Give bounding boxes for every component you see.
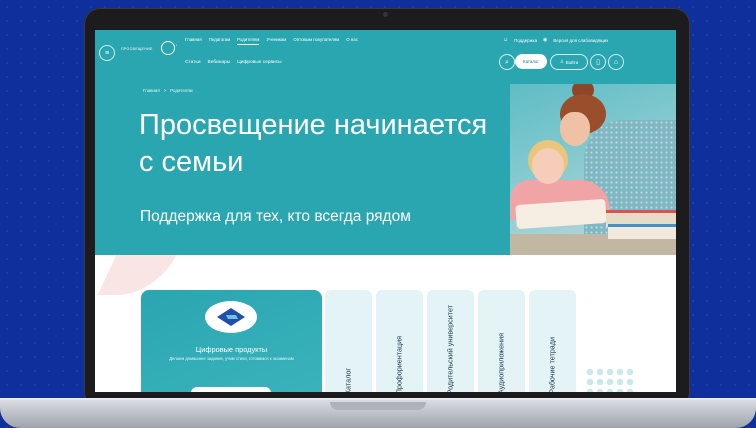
login-button[interactable]: ♙ Войти (550, 54, 588, 70)
eye-icon: ◉ (543, 37, 548, 43)
tab-audio-apps[interactable]: Аудиоприложения (478, 290, 525, 392)
hero-title: Просвещение начинается с семьи (139, 109, 488, 178)
support-icon: ☺ (503, 37, 509, 43)
tab-workbooks[interactable]: Рабочие тетради (529, 290, 576, 392)
search-icon: ⌕ (505, 58, 509, 66)
digital-products-card[interactable]: Цифровые продукты Делаем домашнее задани… (141, 290, 322, 392)
cart-button[interactable]: ⌂ (608, 54, 624, 70)
logo-icon[interactable] (161, 41, 175, 55)
nav-item-wholesale[interactable]: Оптовым покупателям (293, 37, 339, 42)
nav-item-parents[interactable]: Родителям (237, 37, 260, 45)
breadcrumb-current: Родителям (170, 88, 193, 93)
subnav-item-articles[interactable]: Статьи (185, 60, 201, 65)
tab-career-guidance[interactable]: Профориентация (376, 290, 423, 392)
nav-item-teachers[interactable]: Педагогам (209, 37, 230, 42)
subnav-item-digital-services[interactable]: Цифровые сервисы (237, 60, 281, 65)
laptop-screen: ≡ ПРОСВЕЩЕНИЕ ◐ Главная Педагогам Родите… (95, 30, 676, 392)
webcam (383, 12, 388, 17)
tab-parent-university[interactable]: Родительский университет (427, 290, 474, 392)
products-section: Цифровые продукты Делаем домашнее задани… (95, 255, 676, 392)
logo-text[interactable]: ПРОСВЕЩЕНИЕ (121, 47, 152, 51)
hero-photo (510, 84, 676, 255)
logo-sub-icon: ◐ (176, 43, 178, 47)
favorites-button[interactable]: ▯ (590, 54, 606, 70)
support-link[interactable]: Поддержка (514, 38, 537, 43)
digital-products-title: Цифровые продукты (195, 345, 268, 354)
accessibility-link[interactable]: Версия для слабовидящих (553, 38, 608, 43)
diamond-icon (217, 308, 245, 326)
digital-products-icon (205, 301, 257, 333)
digital-products-description: Делаем домашнее задание, учим стихи, гот… (169, 356, 294, 361)
tab-catalog[interactable]: Каталог (325, 290, 372, 392)
login-label: Войти (565, 59, 579, 65)
breadcrumb-separator: > (163, 88, 167, 93)
sub-nav: Статьи Вебинары Цифровые сервисы (185, 60, 282, 65)
tab-label: Аудиоприложения (496, 332, 506, 392)
subnav-item-webinars[interactable]: Вебинары (208, 60, 231, 65)
tab-label: Рабочие тетради (547, 337, 557, 392)
photo-books-stack-2 (608, 224, 676, 239)
photo-girl-face (532, 148, 564, 184)
site-header: ≡ ПРОСВЕЩЕНИЕ ◐ Главная Педагогам Родите… (95, 30, 676, 84)
cart-icon: ⌂ (613, 58, 619, 66)
bookmark-icon: ▯ (596, 58, 600, 66)
tab-label: Родительский университет (445, 304, 455, 392)
header-right-links: ☺ Поддержка ◉ Версия для слабовидящих (503, 37, 608, 43)
top-nav: Главная Педагогам Родителям Ученикам Опт… (185, 37, 358, 45)
decorative-dots (585, 367, 635, 392)
catalog-button[interactable]: Каталог (515, 54, 547, 69)
decorative-swoosh (97, 255, 177, 295)
user-icon: ♙ (559, 59, 564, 64)
nav-item-students[interactable]: Ученикам (266, 37, 286, 42)
tab-label: Каталог (343, 367, 353, 392)
photo-woman-face (560, 112, 590, 146)
category-tabs: Каталог Профориентация Родительский унив… (325, 290, 576, 392)
breadcrumb: Главная > Родителям (143, 88, 193, 93)
nav-item-main[interactable]: Главная (185, 37, 202, 42)
breadcrumb-home[interactable]: Главная (143, 88, 160, 93)
search-button[interactable]: ⌕ (499, 54, 515, 70)
menu-button[interactable]: ≡ (99, 45, 115, 61)
nav-item-about[interactable]: О нас (346, 37, 358, 42)
hero-banner: Главная > Родителям Просвещение начинает… (95, 84, 676, 255)
digital-products-button[interactable] (191, 387, 271, 392)
tab-label: Профориентация (394, 335, 404, 392)
laptop-notch (330, 402, 426, 410)
hero-subtitle: Поддержка для тех, кто всегда рядом (140, 208, 411, 225)
